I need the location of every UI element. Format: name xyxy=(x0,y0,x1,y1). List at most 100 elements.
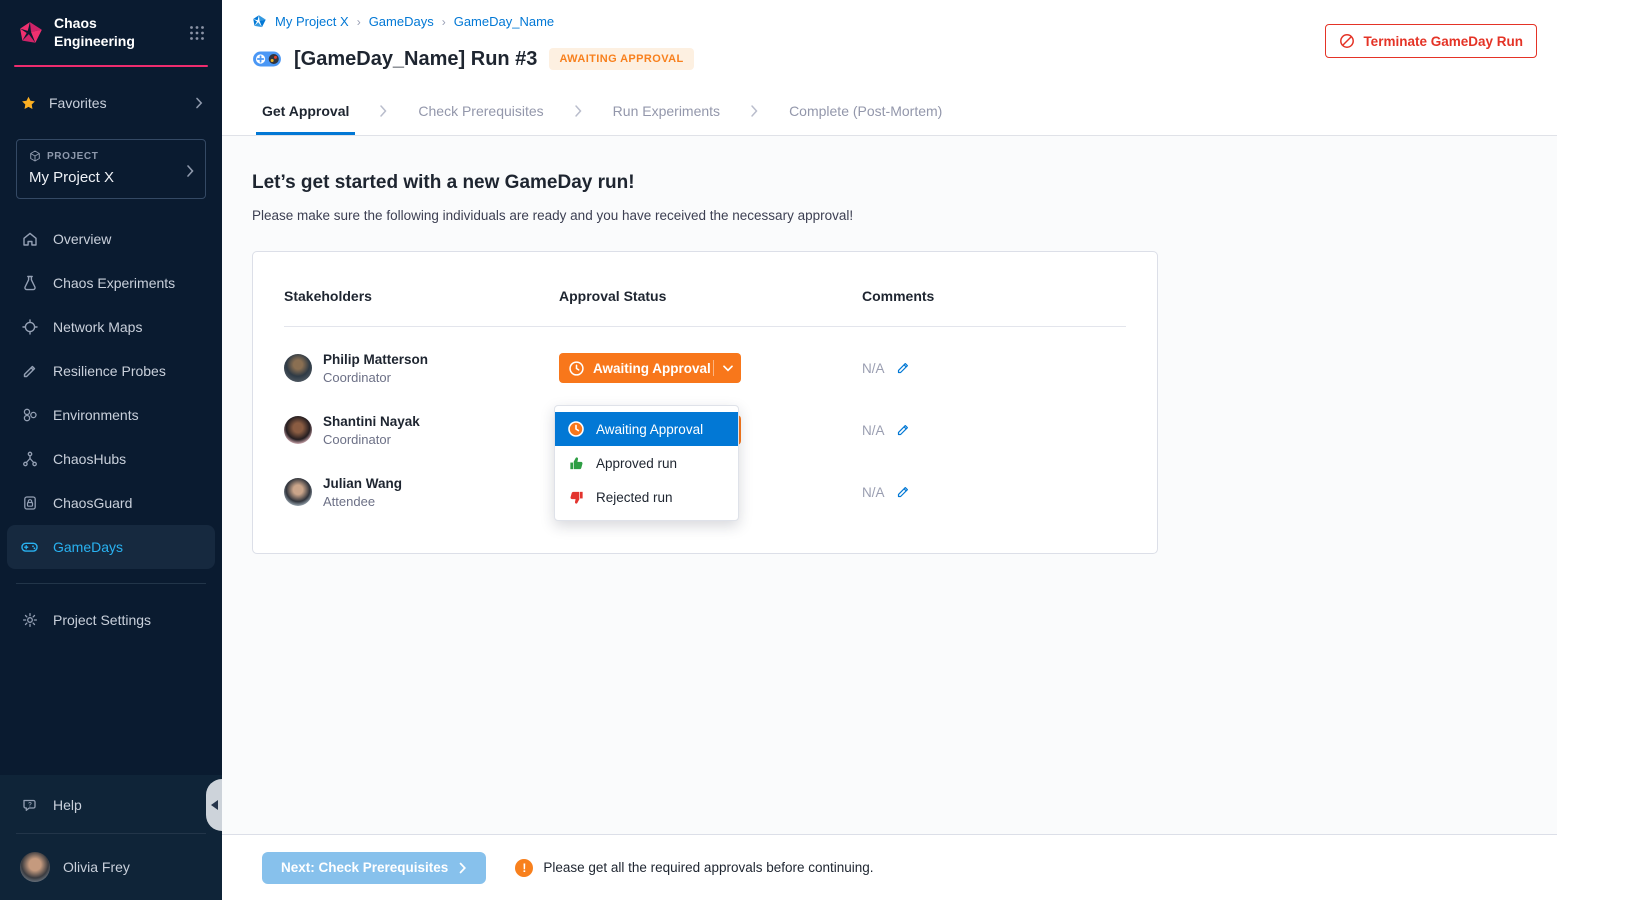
table-header-row: Stakeholders Approval Status Comments xyxy=(284,288,1126,304)
brand-title: Chaos Engineering xyxy=(54,15,178,50)
tab-run-experiments[interactable]: Run Experiments xyxy=(607,86,726,135)
stakeholder-name: Julian Wang xyxy=(323,476,402,491)
sidebar-divider xyxy=(16,583,206,584)
edit-comment-icon[interactable] xyxy=(896,485,910,499)
brand: Chaos Engineering xyxy=(0,0,222,62)
sidebar-item-resilience-probes[interactable]: Resilience Probes xyxy=(0,349,222,393)
dropdown-option-awaiting-approval[interactable]: Awaiting Approval xyxy=(555,412,738,446)
cube-icon xyxy=(29,150,41,162)
avatar xyxy=(284,478,312,506)
stakeholder-name: Shantini Nayak xyxy=(323,414,420,429)
chaos-engineering-logo-icon xyxy=(18,20,44,46)
star-icon xyxy=(20,95,37,112)
page-title: [GameDay_Name] Run #3 xyxy=(294,48,537,71)
comment-value: N/A xyxy=(862,485,885,500)
sidebar-item-favorites[interactable]: Favorites xyxy=(0,91,222,115)
sidebar-item-chaosguard[interactable]: ChaosGuard xyxy=(0,481,222,525)
hub-molecule-icon xyxy=(20,450,39,468)
status-dropdown-menu: Awaiting Approval Approved run xyxy=(554,405,739,521)
next-check-prerequisites-button[interactable]: Next: Check Prerequisites xyxy=(262,852,486,884)
comment-value: N/A xyxy=(862,361,885,376)
sidebar-item-gamedays[interactable]: GameDays xyxy=(7,525,215,569)
clock-icon xyxy=(567,420,585,438)
sidebar-item-help[interactable]: ? Help xyxy=(0,785,222,825)
user-name: Olivia Frey xyxy=(63,859,130,875)
tab-get-approval[interactable]: Get Approval xyxy=(256,86,355,135)
comment-cell: N/A xyxy=(862,361,910,376)
table-header-divider xyxy=(284,326,1126,327)
stakeholder-role: Attendee xyxy=(323,494,402,509)
tab-complete-post-mortem[interactable]: Complete (Post-Mortem) xyxy=(783,86,948,135)
column-header-approval-status: Approval Status xyxy=(559,288,862,304)
footer-bar: Next: Check Prerequisites ! Please get a… xyxy=(222,834,1557,900)
sidebar-item-environments[interactable]: Environments xyxy=(0,393,222,437)
probe-pen-icon xyxy=(20,362,39,380)
approval-status-cell: Awaiting Approval xyxy=(559,353,862,383)
chevron-right-icon xyxy=(750,104,759,118)
favorites-label: Favorites xyxy=(49,95,107,111)
sidebar-item-chaoshubs[interactable]: ChaosHubs xyxy=(0,437,222,481)
dropdown-option-approved-run[interactable]: Approved run xyxy=(555,446,738,480)
warning-message: Please get all the required approvals be… xyxy=(543,860,873,875)
sidebar-footer: ? Help Olivia Frey xyxy=(0,775,222,900)
stakeholder-cell: Philip Matterson Coordinator xyxy=(284,352,559,385)
breadcrumb-link-gameday-name[interactable]: GameDay_Name xyxy=(454,14,554,29)
stakeholder-role: Coordinator xyxy=(323,370,428,385)
comment-cell: N/A xyxy=(862,423,910,438)
status-badge: AWAITING APPROVAL xyxy=(549,48,693,70)
lock-badge-icon xyxy=(20,494,39,512)
sidebar-item-overview[interactable]: Overview xyxy=(0,217,222,261)
table-body: Philip Matterson Coordinator Awaiting Ap… xyxy=(284,337,1126,523)
project-kicker-label: PROJECT xyxy=(47,151,98,162)
sidebar-item-project-settings[interactable]: Project Settings xyxy=(0,598,222,642)
flask-icon xyxy=(20,274,39,292)
user-profile[interactable]: Olivia Frey xyxy=(0,842,222,900)
breadcrumb-separator: › xyxy=(442,15,446,29)
project-selector[interactable]: PROJECT My Project X xyxy=(16,139,206,199)
chevron-right-icon xyxy=(186,164,195,178)
status-dropdown-button[interactable]: Awaiting Approval xyxy=(559,353,741,383)
breadcrumb-logo-icon xyxy=(252,14,267,29)
breadcrumb-link-gamedays[interactable]: GameDays xyxy=(369,14,434,29)
chevron-right-icon xyxy=(195,97,204,109)
app-grid-icon[interactable] xyxy=(188,24,206,42)
avatar xyxy=(284,416,312,444)
project-name: My Project X xyxy=(29,169,193,186)
run-stepper: Get Approval Check Prerequisites Run Exp… xyxy=(222,86,1557,136)
column-header-comments: Comments xyxy=(862,288,934,304)
sidebar-collapse-handle[interactable] xyxy=(206,779,222,831)
column-header-stakeholders: Stakeholders xyxy=(284,288,559,304)
content-heading: Let’s get started with a new GameDay run… xyxy=(252,172,1527,194)
sidebar-nav: Overview Chaos Experiments Network Maps … xyxy=(0,217,222,569)
gamepad-icon xyxy=(20,538,39,556)
brand-pink-divider xyxy=(14,65,208,67)
chevron-right-icon xyxy=(379,104,388,118)
chevron-down-icon[interactable] xyxy=(714,365,741,372)
gamepad-emoji-icon xyxy=(252,48,282,70)
breadcrumb-link-project[interactable]: My Project X xyxy=(275,14,349,29)
footer-warning: ! Please get all the required approvals … xyxy=(515,859,873,877)
gear-icon xyxy=(20,611,39,629)
thumbs-down-icon xyxy=(567,489,585,506)
user-avatar xyxy=(20,852,50,882)
collapse-left-icon xyxy=(211,800,218,810)
environments-icon xyxy=(20,406,39,424)
chevron-right-icon xyxy=(574,104,583,118)
comment-value: N/A xyxy=(862,423,885,438)
table-row: Philip Matterson Coordinator Awaiting Ap… xyxy=(284,337,1126,399)
edit-comment-icon[interactable] xyxy=(896,423,910,437)
stakeholder-cell: Shantini Nayak Coordinator xyxy=(284,414,559,447)
clock-icon xyxy=(568,360,585,377)
edit-comment-icon[interactable] xyxy=(896,361,910,375)
page-header: My Project X › GameDays › GameDay_Name [… xyxy=(222,0,1557,76)
sidebar-item-network-maps[interactable]: Network Maps xyxy=(0,305,222,349)
stakeholder-name: Philip Matterson xyxy=(323,352,428,367)
thumbs-up-icon xyxy=(567,455,585,472)
sidebar-item-chaos-experiments[interactable]: Chaos Experiments xyxy=(0,261,222,305)
dropdown-option-rejected-run[interactable]: Rejected run xyxy=(555,480,738,514)
sidebar: Chaos Engineering Favorites xyxy=(0,0,222,900)
stakeholder-role: Coordinator xyxy=(323,432,420,447)
terminate-gameday-button[interactable]: Terminate GameDay Run xyxy=(1325,24,1537,58)
tab-check-prerequisites[interactable]: Check Prerequisites xyxy=(412,86,549,135)
svg-text:?: ? xyxy=(28,801,32,808)
